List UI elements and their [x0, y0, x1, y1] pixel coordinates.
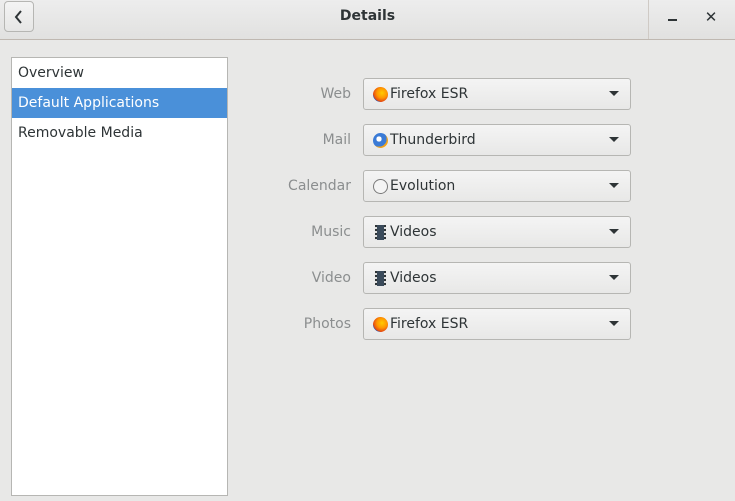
videos-icon [375, 271, 386, 286]
video-app-value: Videos [390, 270, 437, 286]
firefox-icon [373, 87, 388, 102]
music-app-value: Videos [390, 224, 437, 240]
video-app-combo[interactable]: Videos [363, 262, 631, 294]
chevron-down-icon [609, 91, 619, 96]
calendar-app-value: Evolution [390, 178, 456, 194]
header-bar: Details ✕ [0, 0, 735, 40]
minimize-icon [667, 18, 677, 21]
videos-icon [375, 225, 386, 240]
window-title: Details [339, 8, 396, 24]
photos-app-combo[interactable]: Firefox ESR [363, 308, 631, 340]
firefox-icon [373, 317, 388, 332]
calendar-app-combo[interactable]: Evolution [363, 170, 631, 202]
sidebar-item-default-applications[interactable]: Default Applications [12, 88, 227, 118]
header-separator [648, 0, 649, 39]
video-label: Video [311, 270, 351, 286]
mail-app-combo[interactable]: Thunderbird [363, 124, 631, 156]
close-button[interactable]: ✕ [691, 0, 731, 33]
minimize-button[interactable] [652, 0, 692, 33]
chevron-down-icon [609, 321, 619, 326]
chevron-down-icon [609, 275, 619, 280]
chevron-down-icon [609, 229, 619, 234]
sidebar: Overview Default Applications Removable … [11, 57, 228, 496]
mail-app-value: Thunderbird [390, 132, 476, 148]
close-icon: ✕ [704, 7, 718, 26]
calendar-label: Calendar [288, 178, 351, 194]
sidebar-item-overview[interactable]: Overview [12, 58, 227, 88]
evolution-icon [373, 179, 388, 194]
mail-label: Mail [322, 132, 351, 148]
music-label: Music [311, 224, 351, 240]
thunderbird-icon [373, 133, 388, 148]
web-app-combo[interactable]: Firefox ESR [363, 78, 631, 110]
chevron-down-icon [609, 137, 619, 142]
photos-label: Photos [303, 316, 351, 332]
chevron-down-icon [609, 183, 619, 188]
web-app-value: Firefox ESR [390, 86, 469, 102]
photos-app-value: Firefox ESR [390, 316, 469, 332]
web-label: Web [320, 86, 351, 102]
music-app-combo[interactable]: Videos [363, 216, 631, 248]
sidebar-item-removable-media[interactable]: Removable Media [12, 118, 227, 148]
